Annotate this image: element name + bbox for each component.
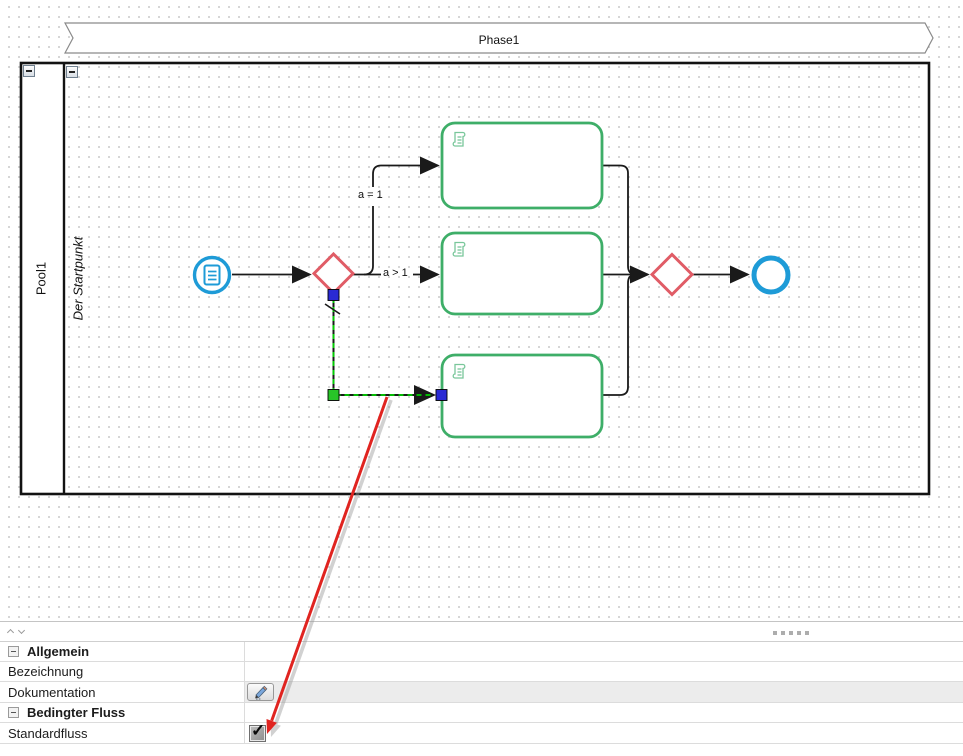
section-title: Bedingter Fluss [27, 705, 125, 720]
properties-table: Allgemein Bezeichnung Dokumentation [0, 642, 963, 744]
flow-condition-label-a-eq-1[interactable]: a = 1 [358, 189, 383, 201]
bezeichnung-value-cell[interactable] [245, 662, 963, 681]
properties-panel: Allgemein Bezeichnung Dokumentation [0, 621, 963, 756]
panel-collapse-down-icon[interactable] [19, 630, 26, 637]
pool-title[interactable]: Pool1 [34, 229, 49, 329]
section-collapse-icon[interactable] [8, 707, 19, 718]
start-event[interactable] [195, 258, 230, 293]
phase-title[interactable]: Phase1 [65, 33, 933, 47]
property-label: Dokumentation [8, 685, 95, 700]
properties-panel-header [0, 622, 963, 642]
section-title: Allgemein [27, 644, 89, 659]
flow-endpoint-handle[interactable] [328, 290, 339, 301]
flow-task1-to-gateway2[interactable] [602, 166, 642, 275]
flow-waypoint-handle[interactable] [328, 390, 339, 401]
flow-gateway1-to-task1[interactable] [364, 206, 373, 275]
task-3[interactable] [442, 355, 602, 437]
property-label: Bezeichnung [8, 664, 83, 679]
flow-condition-label-a-gt-1[interactable]: a > 1 [383, 267, 408, 279]
lane-collapse-toggle[interactable] [66, 66, 78, 78]
bpmn-editor-window: Phase1 Pool1 Der Startpunkt a = 1 a > 1 … [0, 0, 963, 756]
panel-drag-handle-icon[interactable] [773, 631, 809, 635]
pool-collapse-toggle[interactable] [23, 65, 35, 77]
flow-gateway1-to-task1-2[interactable] [373, 166, 438, 188]
flow-task3-to-gateway2[interactable] [602, 275, 636, 396]
property-label: Standardfluss [8, 726, 88, 741]
property-section-bedingter-fluss[interactable]: Bedingter Fluss [0, 703, 963, 723]
property-row-standardfluss[interactable]: Standardfluss ✓ [0, 723, 963, 744]
standardfluss-checkbox[interactable]: ✓ [249, 725, 266, 742]
task-2[interactable] [442, 233, 602, 314]
checkmark-icon: ✓ [251, 721, 265, 741]
lane-title[interactable]: Der Startpunkt [71, 229, 86, 329]
diagram-canvas[interactable]: Phase1 Pool1 Der Startpunkt a = 1 a > 1 [0, 0, 963, 621]
start-event-document-icon [205, 266, 220, 285]
selected-flow-gateway1-to-task3[interactable] [325, 298, 434, 395]
gateway-2[interactable] [652, 255, 692, 295]
dokumentation-edit-button[interactable] [247, 683, 274, 701]
gateway-1[interactable] [314, 254, 353, 293]
pencil-icon [252, 685, 269, 700]
property-row-bezeichnung[interactable]: Bezeichnung [0, 662, 963, 682]
task-1[interactable] [442, 123, 602, 208]
property-row-dokumentation[interactable]: Dokumentation [0, 682, 963, 703]
end-event[interactable] [754, 258, 788, 292]
panel-collapse-up-icon[interactable] [8, 630, 15, 637]
property-section-allgemein[interactable]: Allgemein [0, 642, 963, 662]
section-collapse-icon[interactable] [8, 646, 19, 657]
flow-endpoint-handle[interactable] [436, 390, 447, 401]
